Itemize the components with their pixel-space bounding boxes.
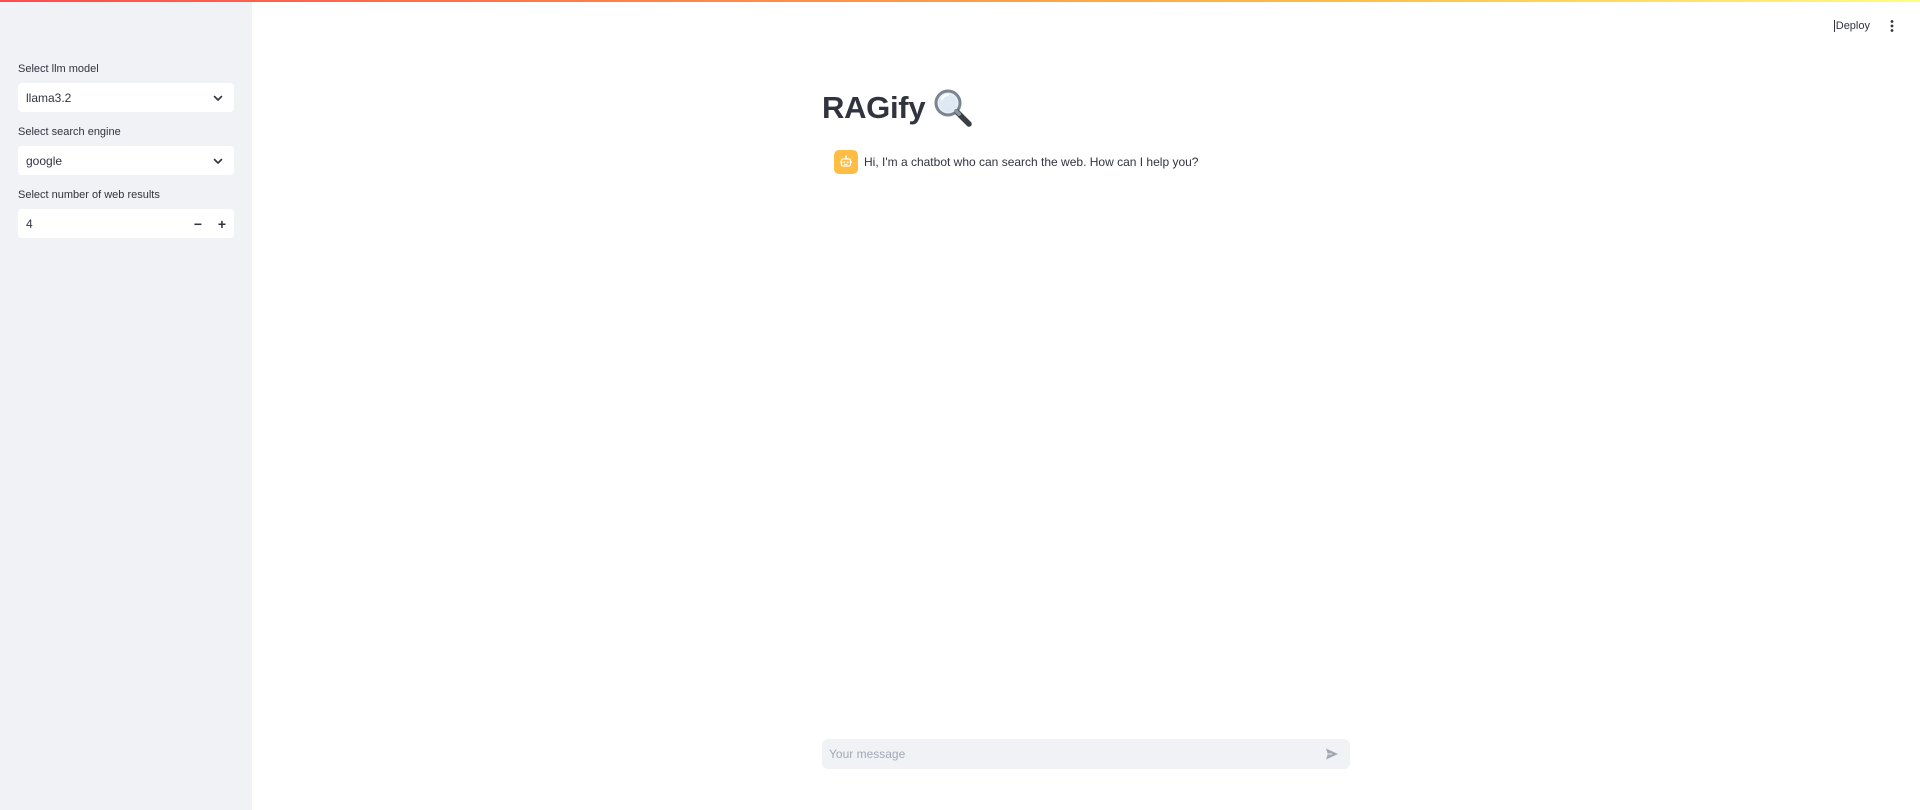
top-decoration-bar — [0, 0, 1920, 2]
bot-icon — [834, 150, 858, 174]
search-engine-label: Select search engine — [18, 126, 121, 138]
llm-model-value: llama3.2 — [26, 90, 72, 105]
page-header: RAGify — [822, 84, 1350, 132]
send-icon[interactable] — [1324, 746, 1340, 762]
header-toolbar: Deploy — [1833, 18, 1900, 34]
page-title: RAGify — [822, 90, 926, 125]
chat-message-input[interactable] — [829, 747, 1324, 761]
search-engine-field: Select search engine google — [18, 126, 234, 175]
llm-model-field: Select llm model llama3.2 — [18, 63, 234, 112]
more-vertical-icon[interactable] — [1884, 18, 1900, 34]
deploy-button[interactable]: Deploy — [1833, 20, 1870, 32]
chat-input-bar — [822, 739, 1350, 769]
search-engine-value: google — [26, 153, 63, 168]
sidebar: Select llm model llama3.2 Select search … — [0, 0, 252, 810]
llm-model-select[interactable]: llama3.2 — [18, 83, 234, 112]
magnifying-glass-icon — [931, 86, 975, 130]
chevron-down-icon — [212, 155, 224, 167]
search-engine-select[interactable]: google — [18, 146, 234, 175]
decrement-button[interactable]: − — [186, 209, 210, 238]
chat-message-assistant: Hi, I'm a chatbot who can search the web… — [834, 150, 1198, 174]
web-results-field: Select number of web results 4 − + — [18, 189, 234, 238]
web-results-stepper: 4 − + — [18, 209, 234, 238]
llm-model-label: Select llm model — [18, 63, 99, 75]
chevron-down-icon — [212, 92, 224, 104]
chat-message-text: Hi, I'm a chatbot who can search the web… — [864, 155, 1199, 169]
web-results-label: Select number of web results — [18, 189, 160, 201]
increment-button[interactable]: + — [210, 209, 234, 238]
web-results-input[interactable]: 4 — [18, 217, 186, 231]
